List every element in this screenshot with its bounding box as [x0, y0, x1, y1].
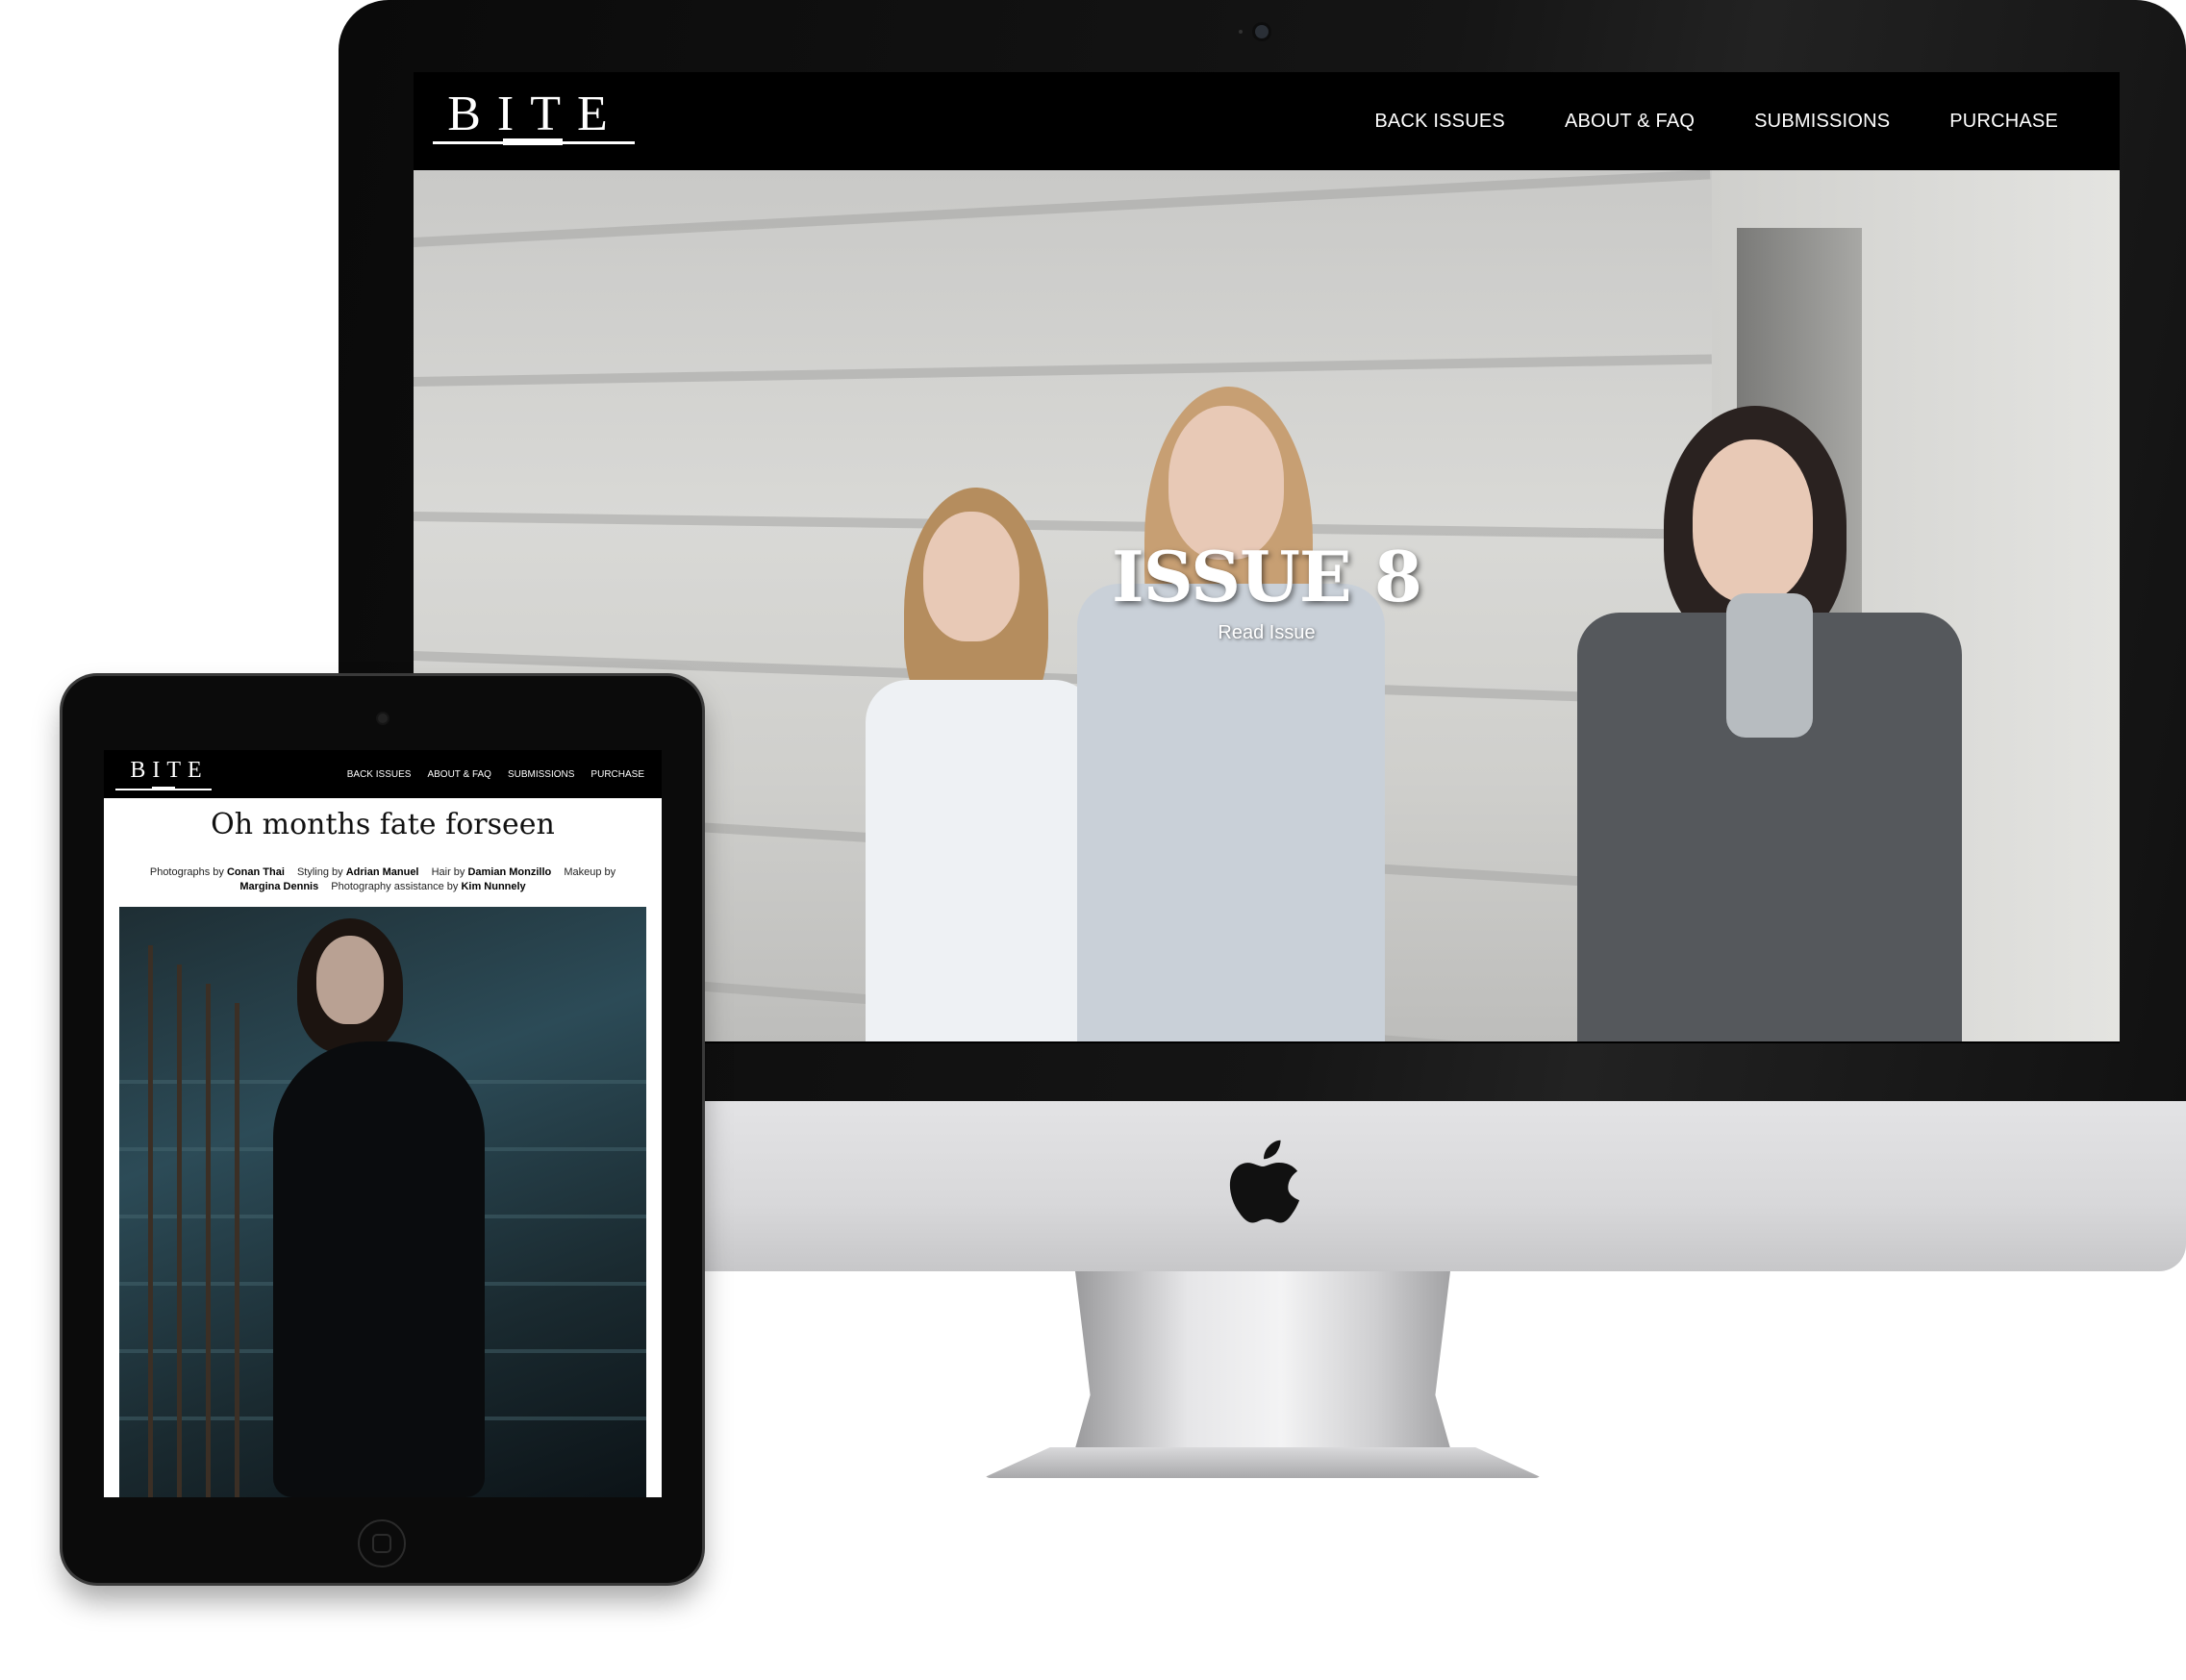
- imac-sensor: [1239, 30, 1243, 34]
- site-logo[interactable]: BITE: [435, 86, 637, 164]
- main-nav: BACK ISSUES ABOUT & FAQ SUBMISSIONS PURC…: [1374, 111, 2058, 133]
- nav-about-faq[interactable]: ABOUT & FAQ: [1565, 111, 1695, 133]
- camera-icon: [1255, 25, 1269, 38]
- home-button-icon[interactable]: [358, 1519, 406, 1567]
- credit-name: Margina Dennis: [239, 881, 319, 892]
- tablet-screen: BITE BACK ISSUES ABOUT & FAQ SUBMISSIONS…: [104, 750, 662, 1497]
- apple-logo-icon: [1229, 1140, 1300, 1223]
- credit-label: Makeup by: [564, 866, 616, 878]
- home-button-glyph: [372, 1534, 391, 1553]
- wall-line: [414, 170, 1711, 247]
- tablet-nav: BACK ISSUES ABOUT & FAQ SUBMISSIONS PURC…: [347, 769, 644, 780]
- model-left-body: [866, 680, 1096, 1041]
- hero-title: ISSUE 8: [1112, 536, 1422, 617]
- article-photo: [119, 907, 646, 1497]
- model-center-body: [1077, 584, 1385, 1041]
- tablet-site-header: BITE BACK ISSUES ABOUT & FAQ SUBMISSIONS…: [104, 750, 662, 798]
- figure-body: [273, 1041, 485, 1497]
- tablet-logo-underline-accent: [152, 787, 175, 790]
- credit-label: Photography assistance by: [331, 881, 459, 892]
- read-issue-link[interactable]: Read Issue: [414, 622, 2120, 644]
- stair-rail: [206, 984, 211, 1497]
- credit-name: Damian Monzillo: [467, 866, 552, 878]
- figure-face: [316, 936, 384, 1024]
- nav-submissions[interactable]: SUBMISSIONS: [1754, 111, 1890, 133]
- stair-rail: [148, 945, 153, 1497]
- credit-name: Conan Thai: [226, 866, 285, 878]
- credit-name: Kim Nunnely: [461, 881, 526, 892]
- stair-rail: [235, 1003, 239, 1497]
- nav-back-issues[interactable]: BACK ISSUES: [1374, 111, 1505, 133]
- site-header: BITE BACK ISSUES ABOUT & FAQ SUBMISSIONS…: [414, 72, 2120, 170]
- tablet-nav-back-issues[interactable]: BACK ISSUES: [347, 769, 412, 780]
- nav-purchase[interactable]: PURCHASE: [1949, 111, 2058, 133]
- article-credits: Photographs by Conan Thai Styling by Adr…: [133, 865, 633, 894]
- tablet-nav-purchase[interactable]: PURCHASE: [590, 769, 644, 780]
- tablet-nav-submissions[interactable]: SUBMISSIONS: [508, 769, 574, 780]
- article-title: Oh months fate forseen: [211, 808, 555, 841]
- stair-rail: [177, 965, 182, 1497]
- imac-stand: [1075, 1271, 1450, 1448]
- imac-foot: [983, 1447, 1543, 1478]
- tablet-nav-about-faq[interactable]: ABOUT & FAQ: [427, 769, 491, 780]
- credit-label: Photographs by: [149, 866, 224, 878]
- wall-line: [414, 354, 1712, 387]
- credit-name: Adrian Manuel: [345, 866, 419, 878]
- camera-icon: [378, 714, 388, 723]
- logo-underline-accent: [503, 138, 563, 145]
- credit-label: Hair by: [431, 866, 465, 878]
- tablet-site-logo[interactable]: BITE: [121, 758, 217, 784]
- credit-label: Styling by: [296, 866, 343, 878]
